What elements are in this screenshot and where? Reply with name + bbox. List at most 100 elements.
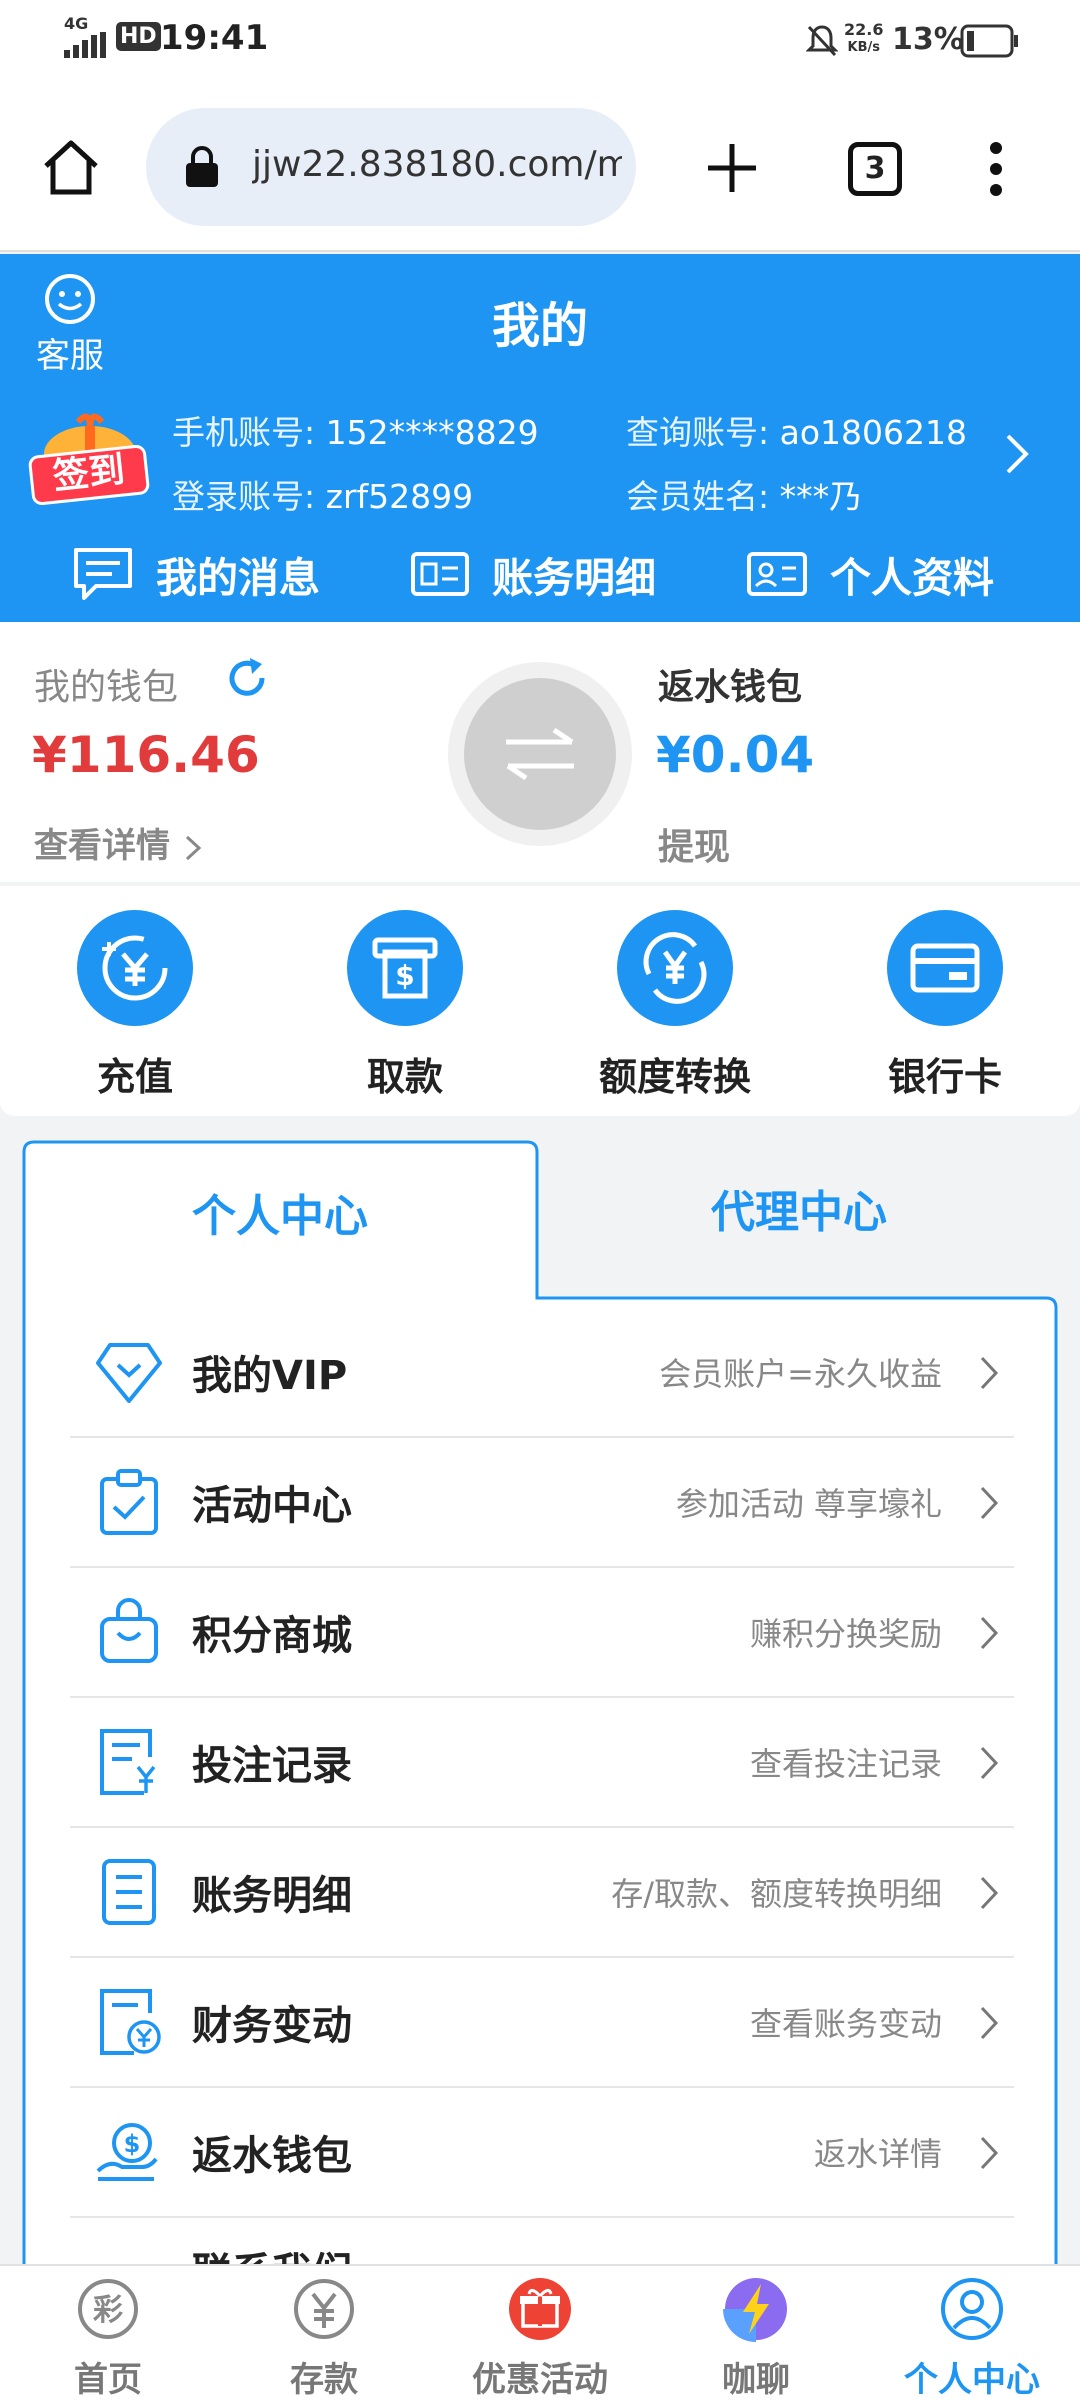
nav-chat[interactable]: 咖聊	[666, 2276, 846, 2401]
hand-coin-icon: $	[96, 2123, 158, 2181]
url-text: jjw22.838180.com/m	[252, 144, 622, 185]
list-item-bet-records[interactable]: 投注记录 查看投注记录	[70, 1698, 1014, 1828]
menu-personal-info-label: 个人资料	[830, 554, 994, 602]
deposit-label: 充值	[96, 1055, 173, 1099]
phone-label: 手机账号:	[172, 413, 316, 452]
swap-icon	[506, 727, 574, 781]
clock: 19:41	[160, 18, 269, 58]
tab-personal-center[interactable]: 个人中心	[22, 1180, 538, 1244]
chevron-right-icon	[980, 2136, 999, 2170]
finance-icon	[100, 1989, 161, 2055]
transfer-label: 额度转换	[598, 1055, 751, 1099]
transfer-button[interactable]: 额度转换	[575, 910, 775, 1101]
nav-home[interactable]: 彩 首页	[18, 2276, 198, 2401]
svg-text:$: $	[395, 959, 414, 992]
list-item-vip[interactable]: 我的VIP 会员账户=永久收益	[70, 1308, 1014, 1438]
chevron-right-icon[interactable]	[1004, 432, 1030, 476]
browser-toolbar: jjw22.838180.com/m 3	[0, 80, 1080, 252]
page-title: 我的	[491, 298, 588, 354]
tab-agent-center[interactable]: 代理中心	[540, 1176, 1058, 1240]
document-list-icon	[102, 1859, 156, 1925]
plus-icon[interactable]	[706, 142, 758, 194]
chevron-right-icon	[980, 2006, 999, 2040]
login-value: zrf52899	[325, 477, 474, 516]
name-value: ***乃	[779, 477, 863, 516]
nav-promotions[interactable]: 优惠活动	[450, 2276, 630, 2401]
bank-card-label: 银行卡	[887, 1055, 1002, 1099]
nav-home-label: 首页	[74, 2360, 142, 2400]
menu-personal-info[interactable]: 个人资料	[746, 544, 994, 604]
list-item-rebate-wallet[interactable]: $ 返水钱包 返水详情	[70, 2088, 1014, 2218]
chevron-right-icon	[980, 1876, 999, 1910]
bank-card-button[interactable]: 银行卡	[845, 910, 1045, 1101]
net-speed: 22.6	[844, 20, 884, 39]
shopping-bag-icon	[100, 1598, 158, 1663]
list-item-points-mall[interactable]: 积分商城 赚积分换奖励	[70, 1568, 1014, 1698]
phone-value: 152****8829	[325, 413, 539, 452]
home-icon[interactable]	[40, 136, 102, 198]
address-bar[interactable]: jjw22.838180.com/m	[146, 108, 636, 226]
list-item-contact-us[interactable]: 联系我们	[70, 2218, 1014, 2270]
menu-my-messages[interactable]: 我的消息	[72, 544, 320, 604]
atm-icon: $	[372, 937, 438, 999]
list-item-activity-center[interactable]: 活动中心 参加活动 尊享壕礼	[70, 1438, 1014, 1568]
list-item-desc: 存/取款、额度转换明细	[611, 1875, 942, 1913]
list-item-finance-changes[interactable]: 财务变动 查看账务变动	[70, 1958, 1014, 2088]
list-item-title: 返水钱包	[192, 2133, 352, 2179]
chevron-right-icon	[185, 835, 202, 860]
menu-account-details[interactable]: 账务明细	[410, 544, 656, 604]
rebate-wallet-amount: ¥0.04	[656, 726, 815, 784]
list-item-desc: 参加活动 尊享壕礼	[675, 1485, 942, 1523]
chevron-right-icon	[980, 1746, 999, 1780]
net-speed-unit: KB/s	[847, 40, 880, 55]
main-wallet-amount: ¥116.46	[32, 726, 260, 784]
svg-text:$: $	[124, 2130, 141, 2158]
list-item-desc: 查看账务变动	[749, 2005, 942, 2043]
signal-icon	[64, 32, 106, 58]
wallet-section: 我的钱包 ¥116.46 查看详情 返水钱包 ¥0.04 提现	[0, 622, 1080, 882]
svg-text:彩: 彩	[93, 2293, 123, 2328]
quick-actions: 充值 $ 取款 额度转换 银行卡	[0, 886, 1080, 1116]
list-item-title: 投注记录	[192, 1743, 352, 1789]
profile-header: 客服 我的 签到 手机账号: 152****8829 查询账号: ao18062…	[0, 254, 1080, 622]
deposit-button[interactable]: 充值	[35, 910, 235, 1101]
bank-card-icon	[910, 943, 980, 993]
main-wallet-label: 我的钱包	[34, 667, 179, 708]
gift-box-icon	[509, 2278, 571, 2340]
name-label: 会员姓名:	[626, 477, 770, 516]
withdraw-link[interactable]: 提现	[658, 818, 730, 870]
view-details-link[interactable]: 查看详情	[34, 818, 204, 867]
view-details-label: 查看详情	[34, 826, 170, 866]
swap-button[interactable]	[448, 662, 632, 846]
nav-promotions-label: 优惠活动	[472, 2360, 608, 2400]
diamond-icon	[96, 1343, 162, 1403]
list-item-title: 账务明细	[192, 1873, 352, 1919]
list-item-title: 我的VIP	[192, 1353, 348, 1399]
nav-chat-label: 咖聊	[722, 2360, 790, 2400]
nav-personal-center-label: 个人中心	[904, 2360, 1040, 2400]
list-item-desc: 赚积分换奖励	[749, 1615, 942, 1653]
yuan-icon	[294, 2279, 354, 2339]
tabs-icon[interactable]: 3	[848, 142, 902, 196]
refresh-icon[interactable]	[224, 656, 270, 702]
checkin-badge[interactable]: 签到	[27, 404, 151, 508]
clipboard-check-icon	[100, 1469, 158, 1535]
query-value: ao1806218	[779, 413, 968, 452]
bet-record-icon	[100, 1729, 156, 1795]
withdraw-button[interactable]: $ 取款	[305, 910, 505, 1101]
list-item-account-details[interactable]: 账务明细 存/取款、额度转换明细	[70, 1828, 1014, 1958]
chevron-right-icon	[980, 1486, 999, 1520]
list-item-title: 积分商城	[192, 1613, 352, 1659]
mute-icon	[806, 25, 838, 57]
list-item-desc: 返水详情	[813, 2135, 942, 2173]
id-card-icon	[747, 552, 807, 596]
nav-deposit[interactable]: 存款	[234, 2276, 414, 2401]
message-icon	[74, 548, 132, 600]
more-icon[interactable]	[984, 138, 1008, 200]
list-item-desc: 查看投注记录	[749, 1745, 942, 1783]
center-panel: 个人中心 代理中心 我的VIP 会员账户=永久收益 活动中心 参加活动 尊享壕礼…	[22, 1140, 1058, 2270]
deposit-icon	[102, 935, 168, 1001]
nav-personal-center[interactable]: 个人中心	[882, 2276, 1062, 2401]
nav-deposit-label: 存款	[290, 2360, 358, 2400]
list-item-title: 财务变动	[192, 2003, 352, 2049]
